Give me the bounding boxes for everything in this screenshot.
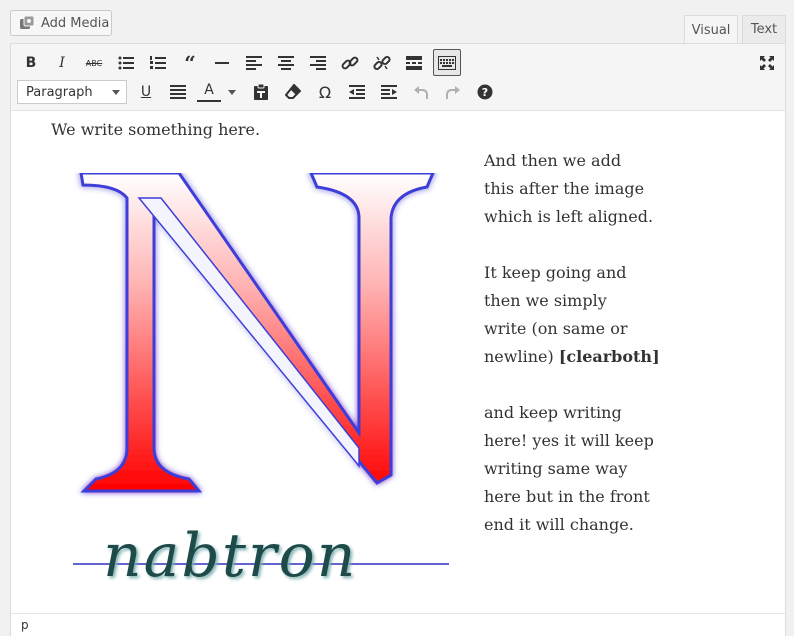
wrap-paragraph-1: And then we add this after the image whi… [484,147,653,231]
tab-visual[interactable]: Visual [684,15,738,45]
help-icon: ? [477,84,493,100]
justify-button[interactable] [166,80,190,104]
clear-formatting-button[interactable] [281,80,305,104]
wrap-paragraph-3: and keep writing here! yes it will keep … [484,399,654,539]
tab-text-label: Text [750,22,778,37]
omega-icon: Ω [318,82,332,102]
help-button[interactable]: ? [473,80,497,104]
strikethrough-button[interactable]: ABC [82,51,106,75]
text-line: writing same way [484,459,628,478]
clipboard-icon [254,84,268,100]
editor: B I ABC “ Paragraph U A Ω ? We write som… [10,43,786,636]
underline-button[interactable]: U [134,80,158,104]
text-color-button[interactable]: A [197,80,221,102]
horizontal-line-icon [215,62,229,64]
eraser-icon [285,84,301,99]
text-line: here but in the front [484,487,650,506]
horizontal-line-button[interactable] [210,51,234,75]
text-line: newline) [clearboth] [484,343,660,371]
text-line: this after the image [484,179,645,198]
special-character-button[interactable]: Ω [313,80,337,104]
status-bar: p [11,613,785,636]
svg-text:?: ? [482,86,488,99]
element-path[interactable]: p [21,618,29,632]
text-line: then we simply [484,291,607,310]
toolbar-toggle-button[interactable] [433,49,461,76]
outdent-icon [349,85,365,99]
align-left-icon [246,56,262,70]
text-fragment: newline) [484,347,559,366]
format-select[interactable]: Paragraph [17,80,127,104]
italic-button[interactable]: I [50,51,74,75]
unlink-icon [373,55,391,71]
text-line: which is left aligned. [484,207,654,226]
text-color-menu[interactable] [225,80,239,104]
align-right-icon [310,56,326,70]
editor-toolbar: B I ABC “ Paragraph U A Ω ? [11,44,785,111]
tab-visual-label: Visual [691,23,731,38]
media-icon [20,16,35,29]
editor-content[interactable]: We write something here. nabtron And the… [11,111,785,613]
text-line: here! yes it will keep [484,431,654,450]
add-media-label: Add Media [41,15,110,31]
chevron-down-icon [228,89,236,95]
bold-button[interactable]: B [19,51,43,75]
text-line: And then we add [484,151,622,170]
align-left-button[interactable] [242,51,266,75]
fullscreen-icon [760,56,774,70]
text-line: end it will change. [484,515,634,534]
text-line: It keep going and [484,263,627,282]
link-icon [341,56,359,70]
numbered-list-icon [150,56,166,69]
remove-link-button[interactable] [370,51,394,75]
bulleted-list-button[interactable] [114,51,138,75]
intro-paragraph: We write something here. [51,120,261,139]
justify-icon [170,85,186,99]
chevron-down-icon [112,90,120,95]
format-select-value: Paragraph [26,84,93,100]
bulleted-list-icon [118,56,134,70]
blockquote-button[interactable]: “ [178,51,202,75]
align-right-button[interactable] [306,51,330,75]
outdent-button[interactable] [345,80,369,104]
insert-link-button[interactable] [338,51,362,75]
fullscreen-button[interactable] [755,51,779,75]
undo-button[interactable] [409,80,433,104]
read-more-button[interactable] [402,51,426,75]
blockquote-icon: “ [184,51,196,75]
clearboth-shortcode: [clearboth] [558,347,660,366]
paste-as-text-button[interactable] [249,80,273,104]
indent-icon [381,85,397,99]
numbered-list-button[interactable] [146,51,170,75]
add-media-button[interactable]: Add Media [10,10,112,36]
read-more-icon [406,56,422,70]
align-center-button[interactable] [274,51,298,75]
redo-icon [446,86,460,99]
align-center-icon [278,56,294,70]
logo-wordmark: nabtron [103,521,358,591]
undo-icon [414,86,428,99]
redo-button[interactable] [441,80,465,104]
keyboard-icon [438,55,456,70]
tab-text[interactable]: Text [742,15,786,44]
text-line: and keep writing [484,403,622,422]
text-line: write (on same or [484,319,628,338]
indent-button[interactable] [377,80,401,104]
wrap-paragraph-2: It keep going and then we simply write (… [484,259,660,371]
